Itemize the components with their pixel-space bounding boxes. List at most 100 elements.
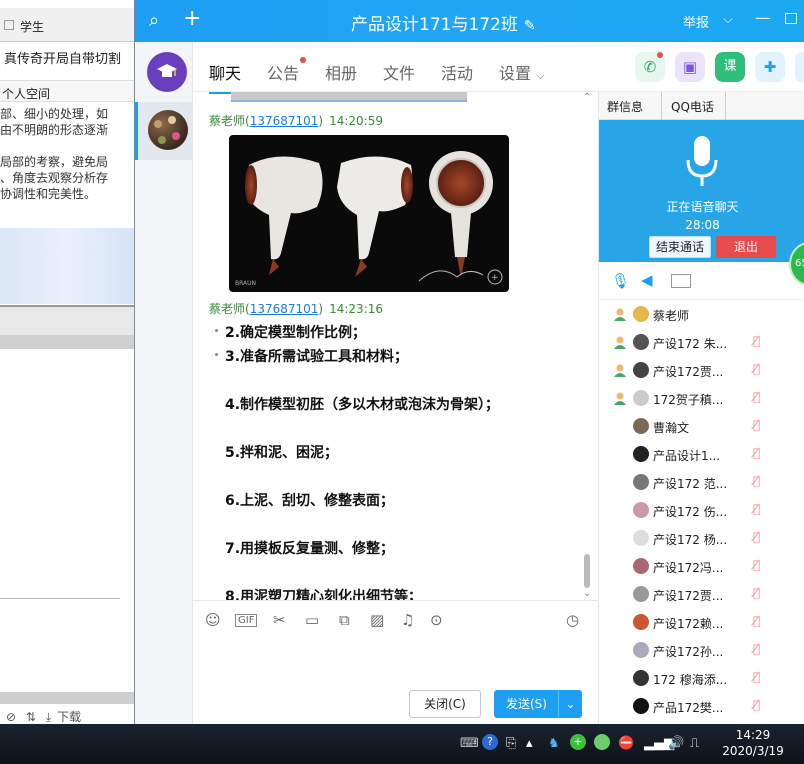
member-row[interactable]: 产品172樊... 🎙̸ xyxy=(599,692,804,720)
qq-group-window: ⌕ + 产品设计171与172班 ✎ 举报 ⌵ — 聊天 公告 相册 文件 活动… xyxy=(134,0,804,724)
screenshot-icon[interactable]: ⧉ xyxy=(339,611,350,629)
graduation-cap-icon xyxy=(157,64,177,77)
member-row[interactable]: 产设172冯... 🎙̸ xyxy=(599,552,804,580)
muted-mic-icon: 🎙̸ xyxy=(753,586,761,600)
member-row[interactable]: 产设172 杨... 🎙̸ xyxy=(599,524,804,552)
scissors-icon[interactable]: ✂ xyxy=(273,611,286,629)
report-button[interactable]: 举报 xyxy=(683,12,709,31)
step-text: 2.确定模型制作比例； xyxy=(225,325,367,341)
member-row[interactable]: 蔡老师 xyxy=(599,300,804,328)
member-row[interactable]: 产设172赖... 🎙̸ xyxy=(599,608,804,636)
member-row[interactable]: 产设172 朱... 🎙̸ xyxy=(599,328,804,356)
input-toolbar: ☺ GIF ✂ ▭ ⧉ ▨ ♫ ⊙ ◷ xyxy=(193,600,598,640)
scroll-up-icon[interactable]: ⌃ xyxy=(583,92,591,103)
tray-app-icon[interactable] xyxy=(594,734,610,750)
send-options-chevron-icon[interactable]: ⌄ xyxy=(558,690,582,718)
sender-name[interactable]: 蔡老师 xyxy=(209,302,245,316)
member-name: 产设172 范... xyxy=(653,477,728,491)
chat-scrollbar[interactable] xyxy=(584,554,590,588)
sender-id[interactable]: 137687101 xyxy=(250,302,319,316)
voice-controls: 🎙 ◀ xyxy=(599,264,804,300)
share-screen-button[interactable]: ✚ xyxy=(755,52,785,82)
tab-qq-call[interactable]: QQ电话 xyxy=(671,98,714,115)
bg-hscrollbar[interactable] xyxy=(0,692,134,704)
mic-toggle-icon[interactable]: 🎙 xyxy=(611,272,630,290)
plus-icon[interactable]: + xyxy=(183,6,201,31)
member-row[interactable]: 172 穆海添... 🎙̸ xyxy=(599,664,804,692)
tab-group-info[interactable]: 群信息 xyxy=(607,98,643,115)
tab-announcement[interactable]: 公告 xyxy=(267,57,307,84)
more-icon[interactable]: ⊙ xyxy=(430,611,443,629)
more-apps-button[interactable] xyxy=(795,52,804,82)
voice-timer: 28:08 xyxy=(685,218,720,232)
tab-files[interactable]: 文件 xyxy=(383,60,415,84)
message-input[interactable]: 关闭(C) 发送(S) ⌄ xyxy=(193,640,598,724)
message-time: 14:23:16 xyxy=(329,302,384,316)
bg-tab[interactable]: 学生 xyxy=(0,8,134,42)
member-row[interactable]: 产设172贾... 🎙̸ xyxy=(599,356,804,384)
member-row[interactable]: 产设172孙... 🎙̸ xyxy=(599,636,804,664)
braun-watermark: BRAUN xyxy=(235,280,256,287)
system-clock[interactable]: 14:29 2020/3/19 xyxy=(718,727,788,759)
edit-icon[interactable]: ✎ xyxy=(524,18,536,34)
member-row[interactable]: 产品设计1... 🎙̸ xyxy=(599,440,804,468)
tab-album[interactable]: 相册 xyxy=(325,60,357,84)
member-row[interactable]: 产设172 范... 🎙̸ xyxy=(599,468,804,496)
folder-icon[interactable]: ▭ xyxy=(305,611,319,629)
admin-user-icon xyxy=(613,335,627,349)
power-icon[interactable]: ⎍ xyxy=(690,736,699,751)
minimize-icon[interactable]: — xyxy=(755,8,771,27)
tab-settings[interactable]: 设置 ⌵ xyxy=(499,60,544,84)
group-avatar[interactable] xyxy=(147,52,187,92)
gif-icon[interactable]: GIF xyxy=(235,614,258,627)
bg-personal-space[interactable]: 个人空间 xyxy=(0,80,134,102)
member-row[interactable]: 产设172 伤... 🎙̸ xyxy=(599,496,804,524)
history-icon[interactable]: ◷ xyxy=(566,611,579,629)
end-call-button[interactable]: 结束通话 xyxy=(649,236,711,258)
phone-call-button[interactable]: ✆ xyxy=(635,52,665,82)
conversation-sidebar xyxy=(135,42,193,724)
send-button[interactable]: 发送(S) ⌄ xyxy=(494,690,582,718)
tab-activity[interactable]: 活动 xyxy=(441,60,473,84)
emoji-icon[interactable]: ☺ xyxy=(205,611,221,629)
bg-icon-b[interactable]: ⇅ xyxy=(26,710,36,724)
maximize-icon[interactable] xyxy=(785,13,797,24)
close-button[interactable]: 关闭(C) xyxy=(409,690,481,718)
video-call-button[interactable]: ▣ xyxy=(675,52,705,82)
bell-icon[interactable]: ♫ xyxy=(401,611,414,629)
member-row[interactable]: 曹瀚文 🎙̸ xyxy=(599,412,804,440)
member-name: 产品设计1... xyxy=(653,449,721,463)
chevron-down-icon[interactable]: ⌵ xyxy=(723,12,733,27)
sender-id[interactable]: 137687101 xyxy=(250,114,319,128)
qq-penguin-icon[interactable]: ♞ xyxy=(548,736,560,751)
network-error-icon[interactable]: ⛔ xyxy=(618,736,634,751)
scroll-down-icon[interactable]: ⌄ xyxy=(583,588,591,599)
zoom-icon[interactable]: + xyxy=(491,273,499,283)
help-icon[interactable]: ? xyxy=(482,734,498,750)
search-icon[interactable]: ⌕ xyxy=(149,10,159,31)
clipboard-icon[interactable]: ⎘ xyxy=(506,736,516,751)
image-icon[interactable]: ▨ xyxy=(370,611,384,629)
course-button[interactable]: 课 xyxy=(715,52,745,82)
camera-off-icon[interactable] xyxy=(671,274,691,288)
notification-dot xyxy=(657,52,663,58)
bg-icon-a[interactable]: ⊘ xyxy=(6,710,16,724)
member-row[interactable]: 172贺子稹... 🎙̸ xyxy=(599,384,804,412)
green-plus-icon[interactable]: + xyxy=(570,734,586,750)
tab-chat[interactable]: 聊天 xyxy=(209,60,242,94)
conversation-item-active[interactable] xyxy=(135,102,193,160)
speaker-icon[interactable]: ◀ xyxy=(641,271,653,289)
bg-download-label[interactable]: 下载 xyxy=(57,710,81,724)
download-icon[interactable]: ⤓ xyxy=(46,710,51,724)
sender-name[interactable]: 蔡老师 xyxy=(209,114,245,128)
bg-scrollbar[interactable] xyxy=(0,335,134,349)
keyboard-icon[interactable]: ⌨ xyxy=(460,736,479,751)
show-hidden-icons[interactable]: ▴ xyxy=(526,736,533,751)
member-row[interactable]: 产设172贾... 🎙̸ xyxy=(599,580,804,608)
muted-mic-icon: 🎙̸ xyxy=(753,418,761,432)
message-time: 14:20:59 xyxy=(329,114,384,128)
message-image[interactable]: BRAUN + xyxy=(229,135,509,292)
volume-icon[interactable]: 🔊 xyxy=(668,736,684,751)
member-avatar xyxy=(633,530,649,546)
quit-button[interactable]: 退出 xyxy=(716,236,776,258)
